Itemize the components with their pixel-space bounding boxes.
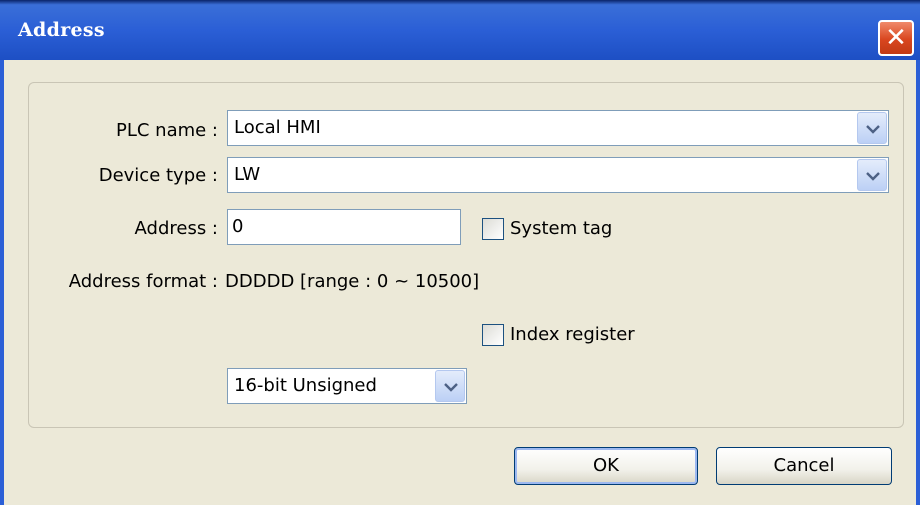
data-format-dropdown-button[interactable] [435, 370, 465, 402]
ok-button[interactable]: OK [514, 447, 698, 485]
index-register-checkbox[interactable] [482, 324, 504, 346]
address-format-value: DDDDD [range : 0 ~ 10500] [225, 271, 480, 292]
system-tag-checkbox[interactable] [482, 218, 504, 240]
window-border-left [0, 60, 4, 505]
address-format-label: Address format : [68, 271, 218, 292]
device-type-value: LW [234, 164, 261, 185]
data-format-value: 16-bit Unsigned [234, 375, 377, 396]
device-type-dropdown-button[interactable] [857, 159, 887, 191]
system-tag-label[interactable]: System tag [510, 218, 612, 239]
device-type-label: Device type : [98, 165, 218, 186]
cancel-button[interactable]: Cancel [716, 447, 892, 485]
plc-name-select[interactable]: Local HMI [227, 110, 889, 146]
device-type-select[interactable]: LW [227, 157, 889, 193]
address-field[interactable] [227, 209, 461, 245]
plc-name-label: PLC name : [115, 120, 218, 141]
address-dialog: Address ✕ PLC name : Local HMI Device ty… [0, 0, 920, 505]
plc-name-value: Local HMI [234, 117, 321, 138]
index-register-label[interactable]: Index register [510, 324, 635, 345]
chevron-down-icon [866, 125, 880, 134]
plc-name-dropdown-button[interactable] [857, 112, 887, 144]
window-title: Address [18, 19, 105, 41]
title-bar: Address ✕ [0, 0, 920, 60]
address-input[interactable] [232, 216, 452, 237]
data-format-select[interactable]: 16-bit Unsigned [227, 368, 467, 404]
close-button[interactable]: ✕ [878, 20, 914, 56]
window-border-right [916, 60, 920, 505]
chevron-down-icon [866, 172, 880, 181]
address-label: Address : [134, 218, 218, 239]
close-icon: ✕ [885, 23, 907, 53]
chevron-down-icon [444, 383, 458, 392]
